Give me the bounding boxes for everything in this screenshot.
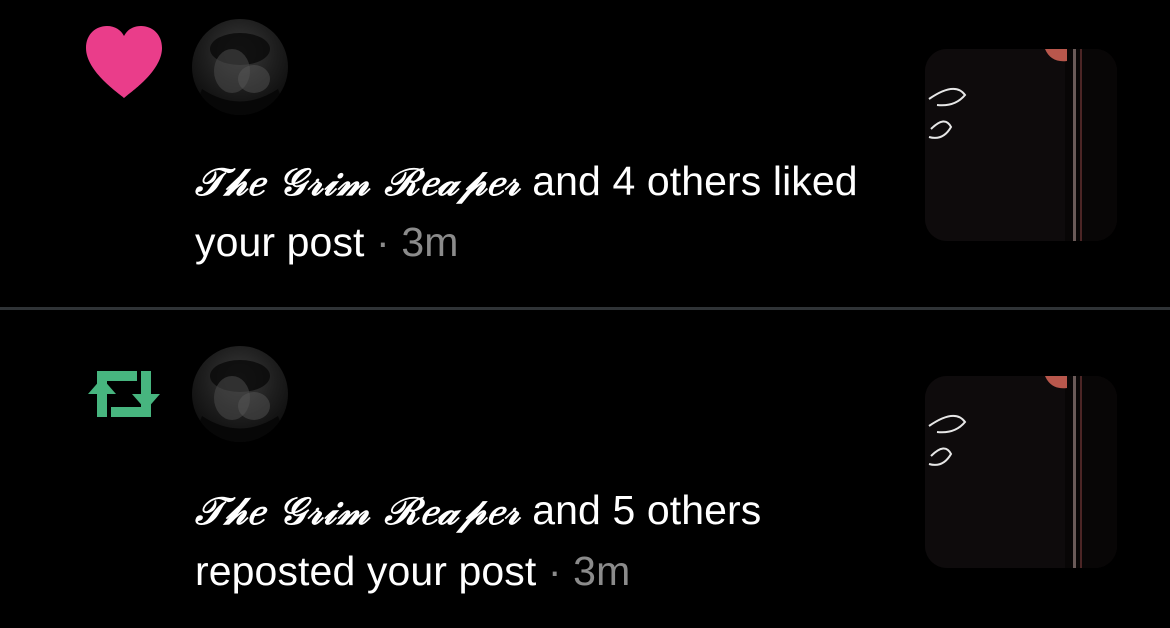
separator: · [547, 548, 562, 594]
avatar[interactable] [192, 19, 288, 115]
avatar[interactable] [192, 346, 288, 442]
notification-item-like[interactable]: 𝒯𝒽𝑒 𝒢𝓇𝒾𝓂 ℛ𝑒𝒶𝓅𝑒𝓇 and 4 others liked your … [0, 0, 1170, 308]
notification-text: 𝒯𝒽𝑒 𝒢𝓇𝒾𝓂 ℛ𝑒𝒶𝓅𝑒𝓇 and 5 others reposted yo… [195, 480, 875, 601]
timestamp: 3m [401, 219, 459, 265]
repost-icon [80, 350, 168, 438]
notification-text: 𝒯𝒽𝑒 𝒢𝓇𝒾𝓂 ℛ𝑒𝒶𝓅𝑒𝓇 and 4 others liked your … [195, 151, 875, 272]
timestamp: 3m [573, 548, 631, 594]
post-thumbnail[interactable] [925, 376, 1117, 568]
notification-item-repost[interactable]: 𝒯𝒽𝑒 𝒢𝓇𝒾𝓂 ℛ𝑒𝒶𝓅𝑒𝓇 and 5 others reposted yo… [0, 310, 1170, 628]
heart-icon [80, 20, 168, 108]
actor-name[interactable]: 𝒯𝒽𝑒 𝒢𝓇𝒾𝓂 ℛ𝑒𝒶𝓅𝑒𝓇 [195, 159, 521, 204]
actor-name[interactable]: 𝒯𝒽𝑒 𝒢𝓇𝒾𝓂 ℛ𝑒𝒶𝓅𝑒𝓇 [195, 488, 521, 533]
post-thumbnail[interactable] [925, 49, 1117, 241]
separator: · [376, 219, 390, 265]
